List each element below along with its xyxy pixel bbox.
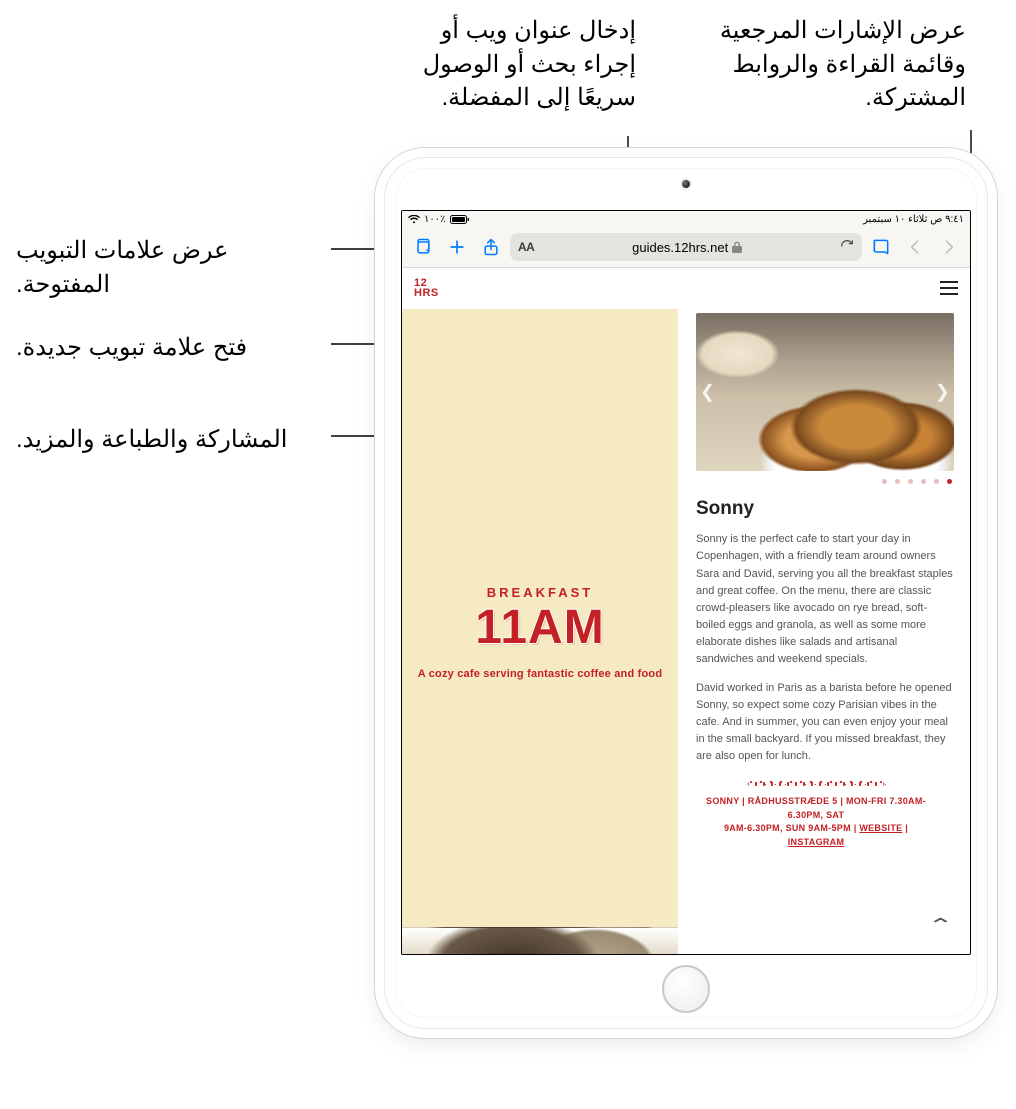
- hero-image[interactable]: ❮ ❯: [696, 313, 954, 471]
- left-tag: BREAKFAST: [487, 585, 593, 600]
- logo-line-2: HRS: [414, 288, 439, 298]
- info-line: SONNY | RÅDHUSSTRÆDE 5 | MON-FRI 7.30AM-…: [696, 795, 936, 849]
- menu-button[interactable]: [940, 281, 958, 295]
- right-pane: ❮ ❯ Sonny Sonny is the perfect cafe to s…: [678, 309, 970, 955]
- carousel-prev-icon[interactable]: ❮: [700, 382, 715, 403]
- lock-icon: [732, 241, 742, 253]
- info-name: SONNY: [706, 796, 739, 806]
- tabs-button[interactable]: [408, 232, 438, 262]
- info-address: RÅDHUSSTRÆDE 5: [748, 796, 838, 806]
- home-button[interactable]: [662, 965, 710, 1013]
- site-header: 12 HRS: [402, 268, 970, 309]
- article-title: Sonny: [696, 494, 954, 523]
- battery-percent: ١٠٠٪: [424, 214, 446, 225]
- reload-button[interactable]: [840, 239, 854, 256]
- front-camera: [682, 180, 690, 188]
- article-p2: David worked in Paris as a barista befor…: [696, 680, 954, 765]
- status-bar: ٩:٤١ ص ثلاثاء ١٠ سبتمبر ١٠٠٪: [402, 211, 970, 227]
- carousel-next-icon[interactable]: ❯: [935, 382, 950, 403]
- left-pane: BREAKFAST 11AM A cozy cafe serving fanta…: [402, 309, 678, 955]
- back-button[interactable]: [900, 232, 930, 262]
- callout-urlbar: إدخال عنوان ويب أو إجراء بحث أو الوصول س…: [386, 14, 636, 115]
- forward-button[interactable]: [934, 232, 964, 262]
- address-value: guides.12hrs.net: [632, 240, 728, 255]
- reader-aa-button[interactable]: AA: [518, 240, 534, 254]
- callout-share: المشاركة والطباعة والمزيد.: [16, 423, 326, 457]
- left-subcopy: A cozy cafe serving fantastic coffee and…: [418, 668, 663, 680]
- info-instagram-link[interactable]: INSTAGRAM: [788, 837, 845, 847]
- status-time: ٩:٤١ ص ثلاثاء ١٠ سبتمبر: [863, 214, 964, 225]
- article-p1: Sonny is the perfect cafe to start your …: [696, 531, 954, 667]
- callout-newtab: فتح علامة تبويب جديدة.: [16, 331, 326, 365]
- safari-toolbar: AA guides.12hrs.net: [402, 227, 970, 268]
- divider-squiggle: [696, 779, 936, 789]
- site-logo[interactable]: 12 HRS: [414, 278, 439, 299]
- ipad-frame: ٩:٤١ ص ثلاثاء ١٠ سبتمبر ١٠٠٪: [385, 158, 987, 1028]
- url-bar[interactable]: AA guides.12hrs.net: [510, 233, 862, 261]
- left-bottom-image: [402, 927, 678, 955]
- callout-tabs: عرض علامات التبويب المفتوحة.: [16, 234, 326, 301]
- scroll-top-icon[interactable]: ⌃: [927, 915, 954, 936]
- carousel-dots[interactable]: [696, 479, 954, 484]
- bookmarks-button[interactable]: [866, 232, 896, 262]
- page-content: BREAKFAST 11AM A cozy cafe serving fanta…: [402, 309, 970, 955]
- info-hours-2: 9AM-6.30PM, SUN 9AM-5PM: [724, 823, 851, 833]
- callout-bookmarks: عرض الإشارات المرجعية وقائمة القراءة وال…: [681, 14, 966, 115]
- address-text[interactable]: guides.12hrs.net: [540, 240, 834, 255]
- battery-icon: [450, 215, 470, 224]
- new-tab-button[interactable]: [442, 232, 472, 262]
- share-button[interactable]: [476, 232, 506, 262]
- screen: ٩:٤١ ص ثلاثاء ١٠ سبتمبر ١٠٠٪: [401, 210, 971, 955]
- wifi-icon: [408, 215, 420, 224]
- article: Sonny Sonny is the perfect cafe to start…: [696, 494, 954, 765]
- info-website-link[interactable]: WEBSITE: [859, 823, 902, 833]
- left-headline: 11AM: [475, 604, 604, 652]
